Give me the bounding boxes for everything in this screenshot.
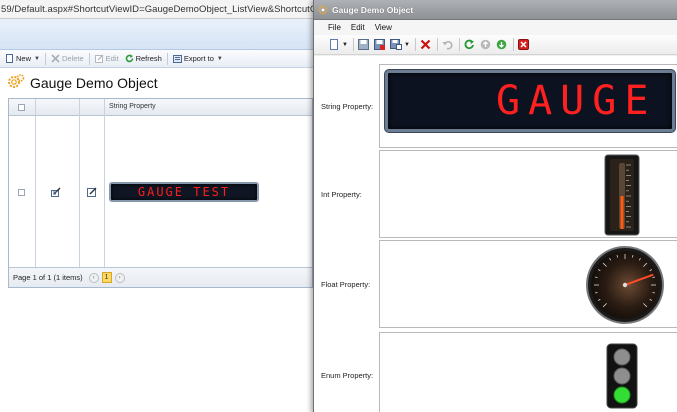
string-property-row: String Property: GAUGE <box>314 64 677 148</box>
traffic-light-top <box>613 348 631 366</box>
edit-pencil-icon <box>94 54 104 63</box>
menu-item-file[interactable]: File <box>328 23 341 32</box>
toolbar-divider <box>458 38 460 51</box>
traffic-light-bottom <box>613 386 631 404</box>
detail-toolbar: ▼ ▼ <box>314 35 677 55</box>
menu-bar: File Edit View <box>314 20 677 35</box>
save-icon[interactable] <box>358 39 370 51</box>
page-title-row: Gauge Demo Object <box>7 74 158 92</box>
export-button[interactable]: Export to ▼ <box>170 52 226 66</box>
list-grid: String Property GAUGE TEST Page 1 of 1 (… <box>8 98 313 288</box>
chevron-down-icon[interactable]: ▼ <box>34 56 40 62</box>
save-and-close-icon[interactable] <box>374 39 386 51</box>
toolbar-divider <box>44 52 46 65</box>
pager-current-page[interactable]: 1 <box>101 272 112 283</box>
string-property-label: String Property: <box>321 102 374 111</box>
open-detail-icon[interactable] <box>87 187 98 199</box>
row-lcd-gauge: GAUGE TEST <box>109 182 259 202</box>
edit-button-label: Edit <box>105 54 119 63</box>
traffic-light-gauge <box>606 343 638 409</box>
table-row[interactable]: GAUGE TEST <box>9 116 312 267</box>
new-button[interactable]: New ▼ <box>2 52 43 66</box>
float-property-label: Float Property: <box>321 280 371 289</box>
float-property-panel <box>379 240 677 328</box>
grid-header: String Property <box>9 99 312 116</box>
export-button-label: Export to <box>183 54 214 63</box>
enum-property-panel <box>379 332 677 412</box>
new-button-label: New <box>16 54 32 63</box>
next-record-icon[interactable] <box>496 39 508 51</box>
int-property-label: Int Property: <box>321 190 362 199</box>
toolbar-divider <box>352 38 354 51</box>
toolbar-divider <box>512 38 514 51</box>
list-view-window: 59/Default.aspx#ShortcutViewID=GaugeDemo… <box>0 0 316 412</box>
toolbar-divider <box>88 52 90 65</box>
header-band <box>0 19 316 50</box>
delete-icon[interactable] <box>420 39 432 51</box>
string-lcd-gauge: GAUGE <box>385 70 675 132</box>
address-bar[interactable]: 59/Default.aspx#ShortcutViewID=GaugeDemo… <box>0 0 316 19</box>
detail-window-title: Gauge Demo Object <box>332 4 414 15</box>
list-toolbar: New ▼ Delete Edit Refresh Export to ▼ <box>0 50 316 68</box>
pager: Page 1 of 1 (1 items) ‹ 1 › <box>9 267 312 287</box>
refresh-icon[interactable] <box>464 39 476 51</box>
undo-icon[interactable] <box>442 39 454 51</box>
select-all-checkbox[interactable] <box>18 104 25 111</box>
float-property-row: Float Property: <box>314 240 677 328</box>
previous-record-icon[interactable] <box>480 39 492 51</box>
page-title: Gauge Demo Object <box>30 75 158 91</box>
refresh-button-label: Refresh <box>135 54 162 63</box>
chevron-down-icon[interactable]: ▼ <box>217 56 223 62</box>
enum-property-row: Enum Property: <box>314 332 677 412</box>
thermometer-level <box>620 196 624 229</box>
export-icon <box>172 54 182 63</box>
detail-title-bar[interactable]: Gauge Demo Object <box>314 0 677 20</box>
linear-thermometer-gauge <box>604 154 640 236</box>
save-and-new-icon[interactable] <box>389 39 402 51</box>
chevron-down-icon[interactable]: ▼ <box>342 42 348 48</box>
menu-item-edit[interactable]: Edit <box>351 23 365 32</box>
int-property-row: Int Property: <box>314 150 677 238</box>
row-select-checkbox[interactable] <box>18 189 25 196</box>
refresh-button[interactable]: Refresh <box>122 52 165 66</box>
delete-button-label: Delete <box>61 54 84 63</box>
traffic-light-middle <box>613 367 631 385</box>
pager-summary: Page 1 of 1 (1 items) <box>13 273 83 282</box>
delete-x-icon <box>51 54 60 63</box>
close-icon[interactable] <box>518 39 530 51</box>
circular-dial-gauge <box>586 246 664 324</box>
new-document-icon[interactable] <box>328 38 340 51</box>
detail-window: Gauge Demo Object File Edit View ▼ ▼ Str… <box>313 0 677 412</box>
string-property-panel: GAUGE <box>379 64 677 148</box>
gears-icon <box>7 73 25 93</box>
chevron-down-icon[interactable]: ▼ <box>404 42 410 48</box>
toolbar-divider <box>436 38 438 51</box>
enum-property-label: Enum Property: <box>321 371 374 380</box>
pager-next-button[interactable]: › <box>114 272 125 283</box>
gears-icon <box>318 5 328 15</box>
int-property-panel <box>379 150 677 238</box>
detail-form: String Property: GAUGE Int Property: Flo… <box>314 56 677 412</box>
new-document-icon <box>5 54 14 63</box>
inline-edit-icon[interactable] <box>51 187 62 199</box>
delete-button[interactable]: Delete <box>48 52 87 66</box>
edit-button[interactable]: Edit <box>92 52 122 66</box>
menu-item-view[interactable]: View <box>375 23 392 32</box>
toolbar-divider <box>414 38 416 51</box>
pager-prev-button[interactable]: ‹ <box>88 272 99 283</box>
column-header-string-property[interactable]: String Property <box>109 99 156 115</box>
refresh-icon <box>125 54 134 63</box>
toolbar-divider <box>166 52 168 65</box>
